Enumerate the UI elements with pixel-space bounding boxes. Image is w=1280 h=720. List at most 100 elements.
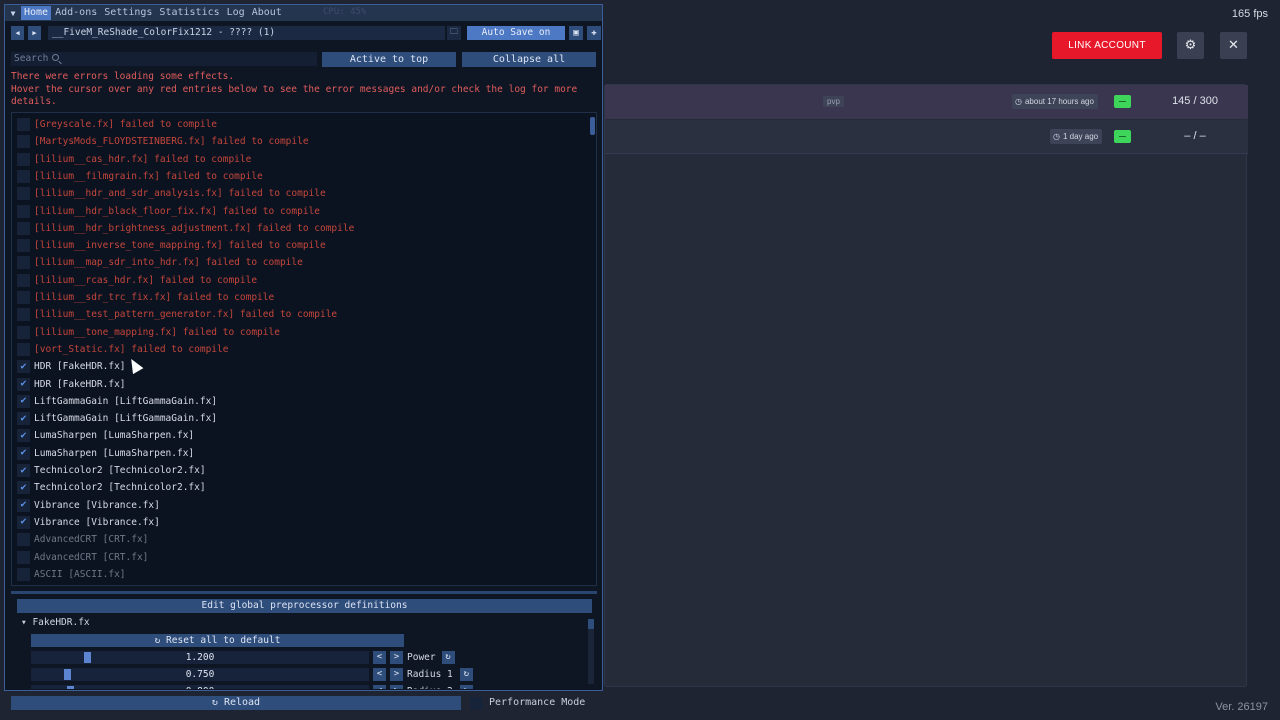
parameter-reset-button[interactable]: ↻ — [459, 668, 473, 681]
effect-checkbox[interactable] — [17, 550, 30, 564]
effect-checkbox[interactable] — [17, 187, 30, 201]
server-row[interactable]: pvp ◷ about 17 hours ago 145 / 300 — [605, 85, 1248, 119]
effect-checkbox[interactable] — [17, 204, 30, 218]
effect-item[interactable]: [lilium__sdr_trc_fix.fx] failed to compi… — [12, 289, 582, 306]
effect-item[interactable]: [Greyscale.fx] failed to compile — [12, 116, 582, 133]
effect-checkbox[interactable] — [17, 118, 30, 131]
effect-item[interactable]: ✔ Vibrance [Vibrance.fx] — [12, 514, 582, 531]
effect-checkbox[interactable]: ✔ — [17, 515, 30, 529]
active-to-top-button[interactable]: Active to top — [322, 52, 456, 67]
decrement-button[interactable]: < — [373, 651, 386, 664]
effect-item[interactable]: [lilium__test_pattern_generator.fx] fail… — [12, 306, 582, 323]
search-input[interactable]: Search — [11, 52, 317, 66]
effect-checkbox[interactable] — [17, 169, 30, 183]
menu-about[interactable]: About — [249, 6, 285, 20]
effect-checkbox[interactable] — [17, 239, 30, 253]
collapse-all-button[interactable]: Collapse all — [462, 52, 596, 67]
settings-scrollbar[interactable] — [588, 619, 594, 684]
effect-item[interactable]: ✔ Vibrance [Vibrance.fx] — [12, 497, 582, 514]
effect-item[interactable]: [lilium__tone_mapping.fx] failed to comp… — [12, 324, 582, 341]
effect-item[interactable]: ✔ LumaSharpen [LumaSharpen.fx] — [12, 445, 582, 462]
menu-settings[interactable]: Settings — [101, 6, 155, 20]
effect-item[interactable]: ✔ LumaSharpen [LumaSharpen.fx] — [12, 427, 582, 444]
effect-list-scrollbar[interactable] — [590, 117, 595, 135]
effect-item[interactable]: [MartysMods_FLOYDSTEINBERG.fx] failed to… — [12, 133, 582, 150]
effect-checkbox[interactable] — [17, 308, 30, 322]
preset-name-field[interactable]: __FiveM_ReShade_ColorFix1212 - ???? (1) — [48, 26, 445, 40]
previous-preset-button[interactable]: ◀ — [11, 26, 24, 40]
parameter-slider[interactable]: 0.750 — [31, 668, 369, 681]
browse-preset-button[interactable]: 🗀 — [447, 26, 461, 40]
effect-checkbox[interactable] — [17, 533, 30, 547]
effect-checkbox[interactable]: ✔ — [17, 360, 30, 374]
effect-list[interactable]: [Greyscale.fx] failed to compile [MartysM… — [11, 112, 597, 586]
effect-checkbox[interactable]: ✔ — [17, 464, 30, 477]
reload-button[interactable]: ↻ Reload — [11, 696, 461, 710]
effect-item[interactable]: ✔ HDR [FakeHDR.fx] — [12, 376, 582, 393]
effect-item[interactable]: ✔ LiftGammaGain [LiftGammaGain.fx] — [12, 410, 582, 427]
effect-item[interactable]: [lilium__filmgrain.fx] failed to compile — [12, 168, 582, 185]
effect-item[interactable]: [lilium__inverse_tone_mapping.fx] failed… — [12, 237, 582, 254]
effect-label: LiftGammaGain [LiftGammaGain.fx] — [34, 413, 218, 425]
effect-item[interactable]: [lilium__map_sdr_into_hdr.fx] failed to … — [12, 254, 582, 271]
increment-button[interactable]: > — [390, 651, 403, 664]
effect-checkbox[interactable] — [17, 221, 30, 235]
effect-label: Vibrance [Vibrance.fx] — [34, 499, 160, 511]
effect-item[interactable]: ✔ HDR [FakeHDR.fx] — [12, 358, 582, 375]
panel-splitter[interactable] — [11, 591, 597, 594]
menu-log[interactable]: Log — [224, 6, 248, 20]
reset-all-button[interactable]: ↻ Reset all to default — [31, 634, 404, 647]
close-button[interactable]: ✕ — [1220, 32, 1247, 59]
link-account-button[interactable]: LINK ACCOUNT — [1052, 32, 1162, 59]
effect-item[interactable]: ✔ LiftGammaGain [LiftGammaGain.fx] — [12, 393, 582, 410]
server-row[interactable]: ◷ 1 day ago – / – — [605, 120, 1248, 154]
menu-statistics[interactable]: Statistics — [156, 6, 222, 20]
next-preset-button[interactable]: ▶ — [28, 26, 41, 40]
effect-checkbox[interactable]: ✔ — [17, 377, 30, 391]
save-preset-button[interactable]: ▣ — [569, 26, 583, 40]
auto-save-button[interactable]: Auto Save on — [467, 26, 565, 40]
effect-checkbox[interactable]: ✔ — [17, 446, 30, 460]
effect-checkbox[interactable]: ✔ — [17, 498, 30, 512]
effect-checkbox[interactable]: ✔ — [17, 412, 30, 426]
effect-checkbox[interactable]: ✔ — [17, 429, 30, 443]
fakehdr-section-header[interactable]: ▾ FakeHDR.fx — [21, 616, 90, 630]
effect-item[interactable]: ASCII [ASCII.fx] — [12, 566, 582, 583]
increment-button[interactable]: > — [390, 685, 403, 689]
effect-checkbox[interactable]: ✔ — [17, 394, 30, 408]
effect-checkbox[interactable] — [17, 256, 30, 270]
parameter-slider[interactable]: 1.200 — [31, 651, 369, 664]
effect-checkbox[interactable] — [17, 152, 30, 166]
effect-checkbox[interactable] — [17, 273, 30, 287]
collapse-arrow-icon[interactable]: ▼ — [5, 5, 21, 21]
effect-item[interactable]: AdvancedCRT [CRT.fx] — [12, 549, 582, 566]
effect-checkbox[interactable]: ✔ — [17, 481, 30, 495]
increment-button[interactable]: > — [390, 668, 403, 681]
parameter-reset-button[interactable]: ↻ — [441, 651, 455, 664]
performance-mode-checkbox[interactable] — [470, 697, 483, 710]
add-preset-button[interactable]: ✚ — [587, 26, 601, 40]
effect-item[interactable]: [lilium__hdr_brightness_adjustment.fx] f… — [12, 220, 582, 237]
effect-item[interactable]: [lilium__rcas_hdr.fx] failed to compile — [12, 272, 582, 289]
settings-button[interactable]: ⚙ — [1177, 32, 1204, 59]
effect-checkbox[interactable] — [17, 567, 30, 581]
effect-checkbox[interactable] — [17, 135, 30, 149]
effect-item[interactable]: [lilium__hdr_and_sdr_analysis.fx] failed… — [12, 185, 582, 202]
effect-item[interactable]: AdvancedCRT [CRT.fx] — [12, 531, 582, 548]
effect-checkbox[interactable] — [17, 342, 30, 356]
effect-item[interactable]: [lilium__hdr_black_floor_fix.fx] failed … — [12, 203, 582, 220]
effect-item[interactable]: [lilium__cas_hdr.fx] failed to compile — [12, 151, 582, 168]
effect-checkbox[interactable] — [17, 291, 30, 304]
effect-item[interactable]: [vort_Static.fx] failed to compile — [12, 341, 582, 358]
menu-home[interactable]: Home — [21, 6, 52, 20]
effect-checkbox[interactable] — [17, 325, 30, 339]
edit-preprocessor-definitions-button[interactable]: Edit global preprocessor definitions — [17, 599, 592, 613]
search-icon — [52, 54, 60, 61]
decrement-button[interactable]: < — [373, 685, 386, 689]
menu-addons[interactable]: Add-ons — [52, 6, 100, 20]
parameter-reset-button[interactable]: ↻ — [459, 685, 473, 689]
parameter-slider[interactable]: 0.800 — [31, 685, 369, 689]
decrement-button[interactable]: < — [373, 668, 386, 681]
effect-item[interactable]: ✔ Technicolor2 [Technicolor2.fx] — [12, 479, 582, 496]
effect-item[interactable]: ✔ Technicolor2 [Technicolor2.fx] — [12, 462, 582, 479]
